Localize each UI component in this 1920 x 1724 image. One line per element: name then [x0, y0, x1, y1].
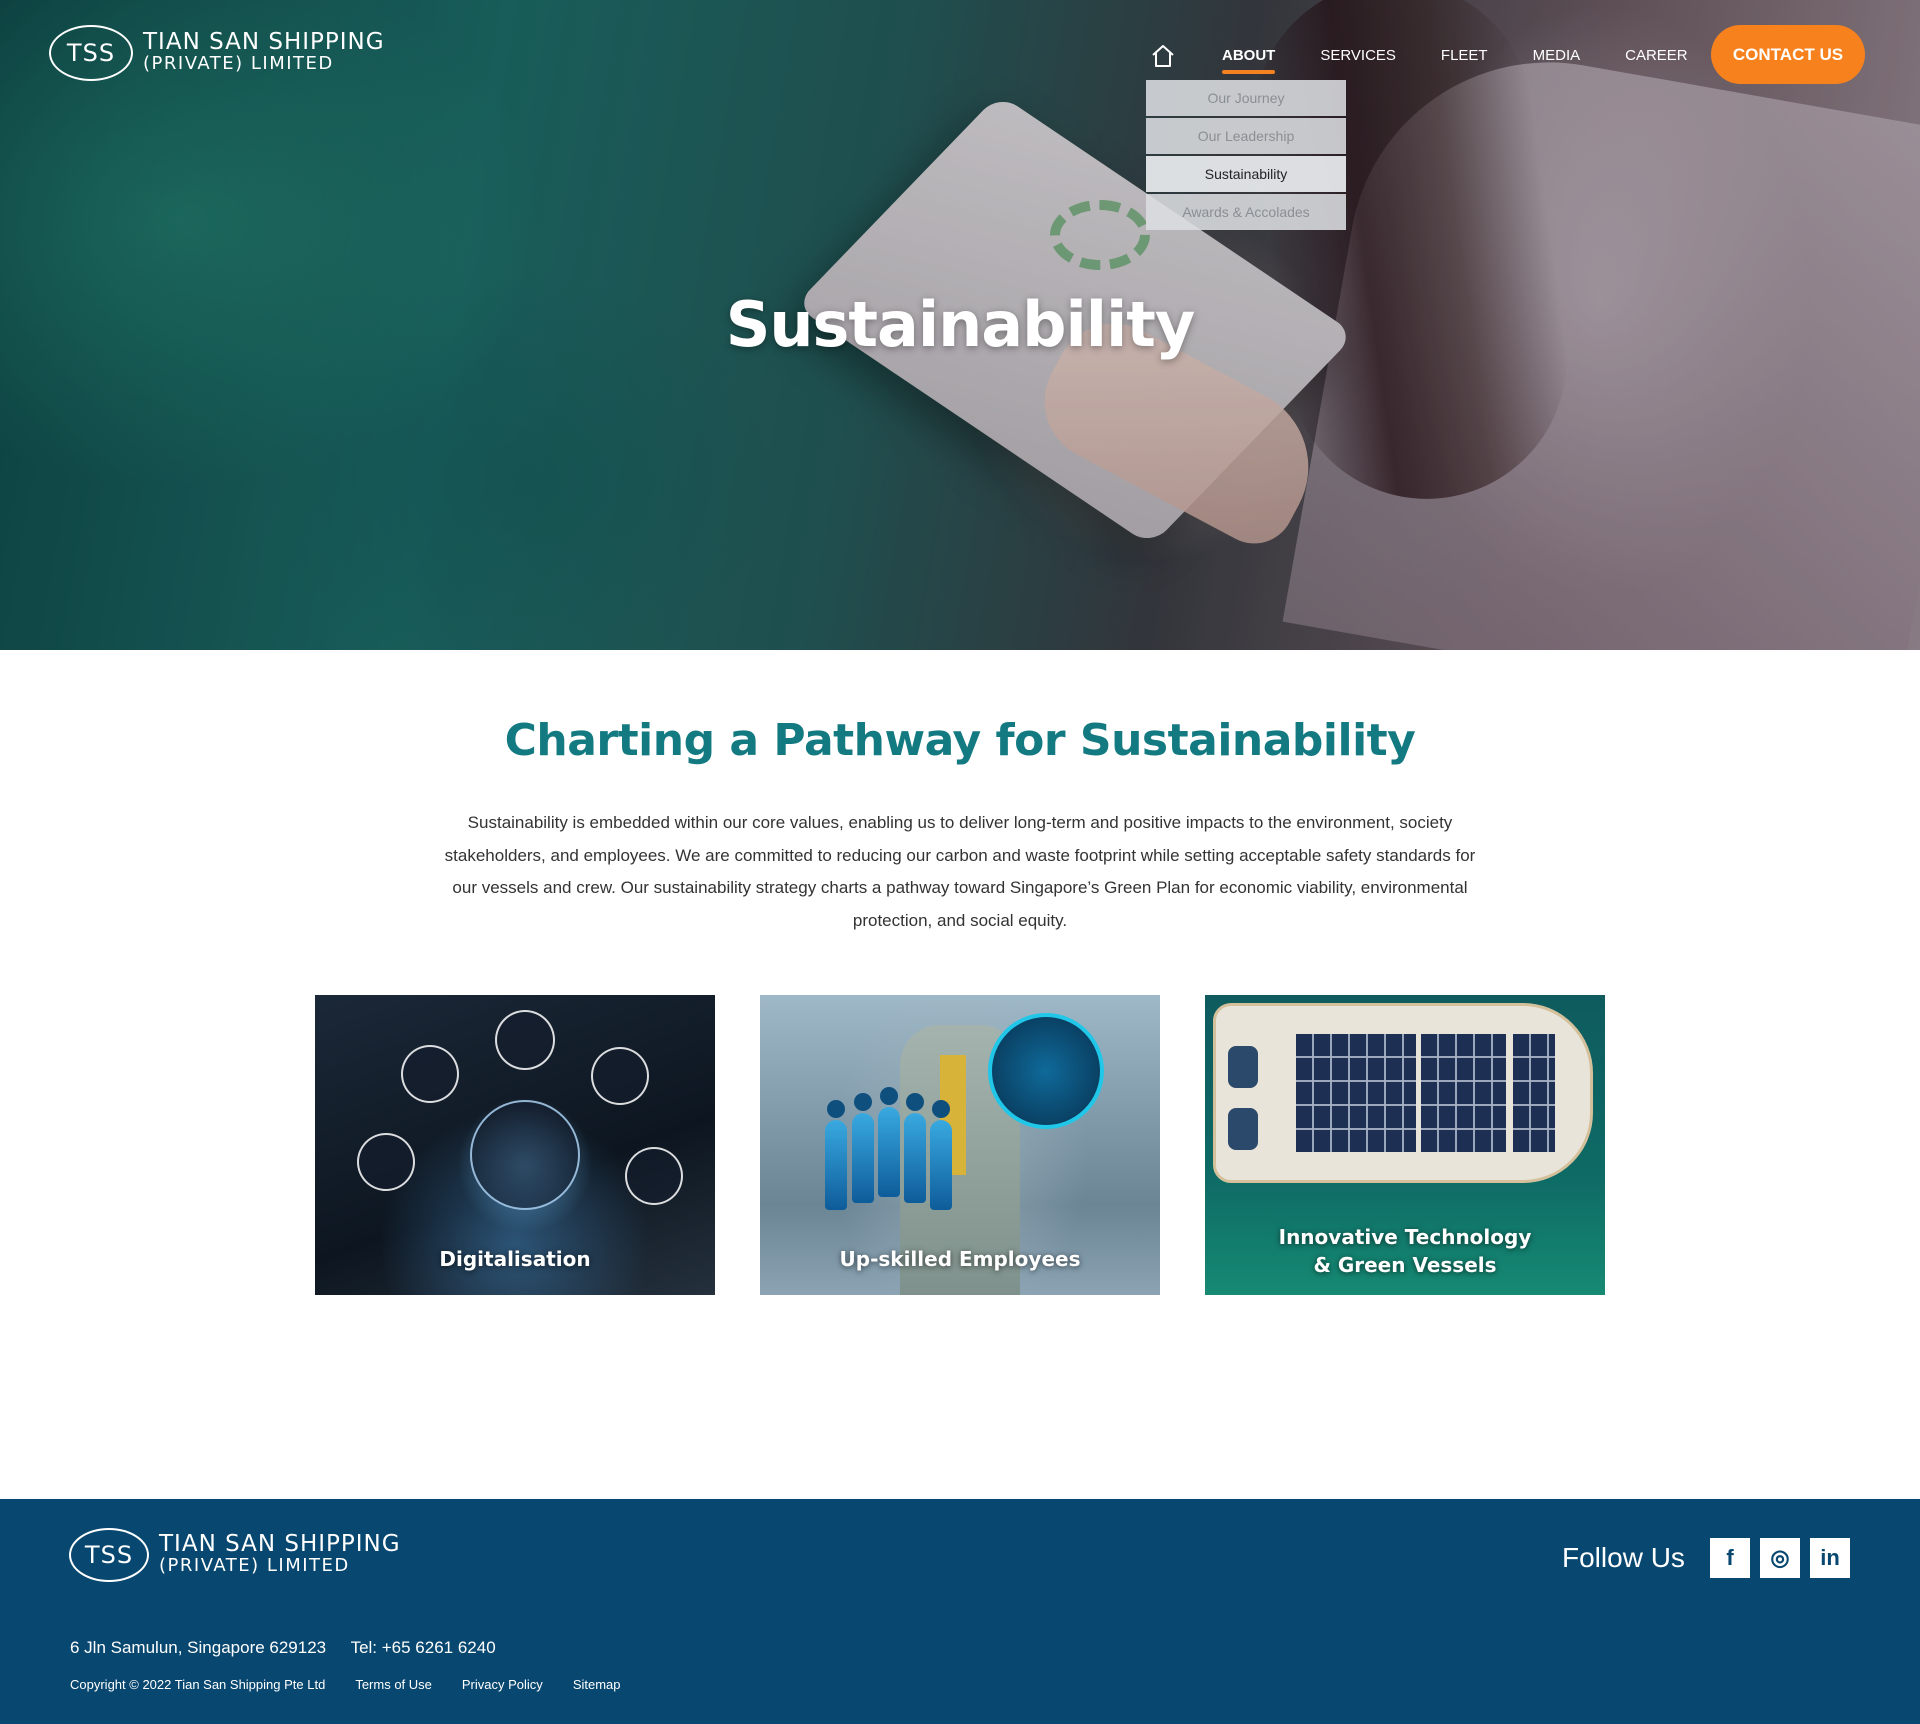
footer-logo-name-line1: TIAN SAN SHIPPING [159, 1531, 401, 1557]
nav-item-media[interactable]: MEDIA [1533, 44, 1581, 68]
footer-logo[interactable]: TSS TIAN SAN SHIPPING (PRIVATE) LIMITED [69, 1528, 401, 1582]
card-green-vessels-label-line2: & Green Vessels [1313, 1253, 1497, 1277]
copyright-text: Copyright © 2022 Tian San Shipping Pte L… [70, 1677, 326, 1692]
document-lock-icon [625, 1147, 683, 1205]
card-green-vessels[interactable]: Innovative Technology & Green Vessels [1205, 995, 1605, 1295]
privacy-policy-link[interactable]: Privacy Policy [462, 1677, 543, 1692]
terms-of-use-link[interactable]: Terms of Use [355, 1677, 432, 1692]
facebook-icon[interactable]: f [1710, 1538, 1750, 1578]
footer-logo-mark: TSS [69, 1528, 149, 1582]
linkedin-icon[interactable]: in [1810, 1538, 1850, 1578]
logo-name-line2: (PRIVATE) LIMITED [143, 53, 334, 74]
footer-logo-name-line2: (PRIVATE) LIMITED [159, 1555, 350, 1576]
nav-item-about[interactable]: ABOUT [1222, 44, 1276, 74]
nav-item-fleet[interactable]: FLEET [1441, 44, 1488, 68]
follow-us-label: Follow Us [1562, 1542, 1685, 1573]
nav-item-services[interactable]: SERVICES [1320, 44, 1396, 68]
dropdown-item-our-leadership[interactable]: Our Leadership [1146, 118, 1346, 154]
brain-gear-icon [591, 1047, 649, 1105]
nav-item-career[interactable]: CAREER [1625, 44, 1688, 68]
cloud-file-icon [470, 1100, 580, 1210]
card-green-vessels-label-line1: Innovative Technology [1278, 1225, 1532, 1249]
card-upskilled-employees[interactable]: Up-skilled Employees [760, 995, 1160, 1295]
header-logo[interactable]: TSS TIAN SAN SHIPPING (PRIVATE) LIMITED [49, 25, 385, 81]
logo-mark: TSS [49, 25, 133, 81]
solar-panel [1296, 1034, 1416, 1152]
footer-address: 6 Jln Samulun, Singapore 629123 [70, 1638, 327, 1657]
contact-us-button[interactable]: CONTACT US [1711, 25, 1865, 84]
section-body-text: Sustainability is embedded within our co… [444, 813, 1476, 930]
section-heading: Charting a Pathway for Sustainability [504, 715, 1416, 766]
home-icon[interactable] [1150, 44, 1176, 68]
gauge-icon [357, 1133, 415, 1191]
dropdown-item-our-journey[interactable]: Our Journey [1146, 80, 1346, 116]
gear-cycle-icon [401, 1045, 459, 1103]
dropdown-item-awards[interactable]: Awards & Accolades [1146, 194, 1346, 230]
instagram-icon[interactable]: ◎ [1760, 1538, 1800, 1578]
about-dropdown-menu: Our Journey Our Leadership Sustainabilit… [1146, 80, 1346, 232]
footer-legal: Copyright © 2022 Tian San Shipping Pte L… [70, 1677, 621, 1692]
footer-tel: Tel: +65 6261 6240 [350, 1638, 496, 1657]
solar-panel [1421, 1034, 1506, 1152]
card-digitalisation-label: Digitalisation [439, 1247, 591, 1271]
solar-panel [1513, 1034, 1555, 1152]
ai-head-icon [988, 1013, 1104, 1129]
monitor-icon [495, 1010, 555, 1070]
dropdown-item-sustainability[interactable]: Sustainability [1146, 156, 1346, 192]
main-nav: ABOUT SERVICES FLEET MEDIA CAREER [1150, 44, 1733, 74]
hero-title: Sustainability [725, 288, 1196, 361]
card-digitalisation[interactable]: Digitalisation [315, 995, 715, 1295]
footer-contact: 6 Jln Samulun, Singapore 629123 Tel: +65… [70, 1638, 516, 1658]
vessel-image [1213, 1003, 1593, 1183]
card-upskilled-employees-label: Up-skilled Employees [839, 1247, 1081, 1271]
logo-name-line1: TIAN SAN SHIPPING [143, 29, 385, 55]
sitemap-link[interactable]: Sitemap [573, 1677, 621, 1692]
